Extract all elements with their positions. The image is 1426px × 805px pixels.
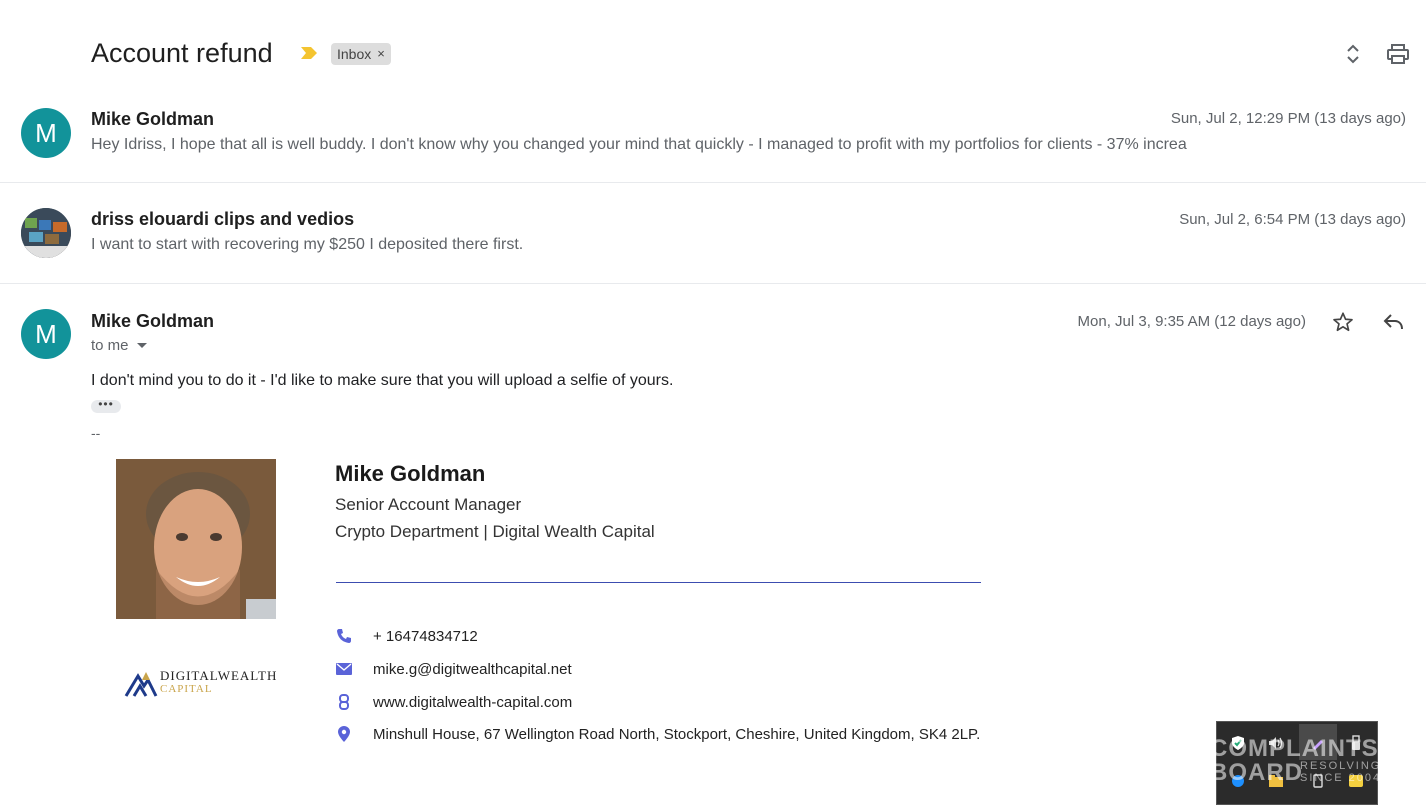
- signature-photo: [116, 459, 276, 619]
- message-snippet: Hey Idriss, I hope that all is well budd…: [91, 136, 1187, 153]
- postal-address: Minshull House, 67 Wellington Road North…: [373, 725, 981, 743]
- watermark-line1: COMPLAINTS: [1210, 735, 1379, 762]
- chevron-down-icon[interactable]: [136, 343, 147, 348]
- phone-number[interactable]: + 16474834712: [373, 628, 478, 645]
- importance-marker-icon[interactable]: [300, 46, 318, 60]
- message-collapsed[interactable]: driss elouardi clips and vedios I want t…: [0, 184, 1426, 284]
- signature-name: Mike Goldman: [335, 461, 486, 486]
- watermark-sub: RESOLVING SINCE 2004: [1300, 760, 1381, 784]
- message-date: Mon, Jul 3, 9:35 AM (12 days ago): [1077, 313, 1306, 330]
- recipient-details[interactable]: to me: [91, 337, 147, 354]
- signature-phone: + 16474834712: [336, 628, 478, 645]
- message-date: Sun, Jul 2, 12:29 PM (13 days ago): [1170, 110, 1406, 127]
- sender-name[interactable]: Mike Goldman: [91, 311, 214, 332]
- logo-text: DIGITALWEALTH: [160, 668, 278, 683]
- avatar: M: [21, 309, 71, 359]
- expand-all-icon[interactable]: [1340, 41, 1366, 67]
- signature-separator: --: [91, 425, 101, 441]
- avatar: [21, 208, 71, 258]
- print-icon[interactable]: [1385, 41, 1411, 67]
- inbox-label-chip[interactable]: Inbox ×: [331, 43, 391, 65]
- website-link[interactable]: www.digitalwealth-capital.com: [373, 694, 572, 711]
- link-icon: [336, 694, 352, 710]
- envelope-icon: [336, 661, 352, 677]
- avatar: M: [21, 108, 71, 158]
- email-address[interactable]: mike.g@digitwealthcapital.net: [373, 661, 572, 678]
- show-trimmed-content-button[interactable]: •••: [91, 398, 121, 413]
- watermark-sub2: SINCE 2004: [1300, 772, 1382, 784]
- signature-address: Minshull House, 67 Wellington Road North…: [336, 726, 980, 743]
- sender-name: Mike Goldman: [91, 109, 215, 129]
- sender-name: driss elouardi clips and vedios: [91, 209, 355, 229]
- logo-mark-icon: [124, 672, 158, 697]
- remove-label-button[interactable]: ×: [377, 43, 385, 65]
- signature-website: www.digitalwealth-capital.com: [336, 694, 572, 711]
- watermark-sub1: RESOLVING: [1300, 760, 1382, 772]
- star-icon[interactable]: [1330, 309, 1356, 335]
- logo-subtext: CAPITAL: [160, 683, 213, 695]
- company-logo: DIGITALWEALTH CAPITAL: [124, 666, 284, 700]
- message-date: Sun, Jul 2, 6:54 PM (13 days ago): [1179, 211, 1406, 228]
- inbox-label-text: Inbox: [337, 46, 372, 62]
- thread-header: Account refund Inbox ×: [0, 0, 1426, 100]
- thread-subject: Account refund: [91, 38, 273, 68]
- recipient-text: to me: [91, 337, 129, 354]
- signature-title: Senior Account Manager: [335, 495, 522, 514]
- signature-department: Crypto Department | Digital Wealth Capit…: [335, 522, 655, 541]
- location-pin-icon: [336, 726, 352, 742]
- message-body: I don't mind you to do it - I'd like to …: [91, 372, 674, 389]
- signature-email: mike.g@digitwealthcapital.net: [336, 661, 572, 678]
- message-snippet: I want to start with recovering my $250 …: [91, 236, 524, 253]
- phone-icon: [336, 628, 352, 644]
- reply-icon[interactable]: [1380, 309, 1406, 335]
- message-collapsed[interactable]: M Mike Goldman Hey Idriss, I hope that a…: [0, 100, 1426, 183]
- signature-divider: [336, 582, 981, 583]
